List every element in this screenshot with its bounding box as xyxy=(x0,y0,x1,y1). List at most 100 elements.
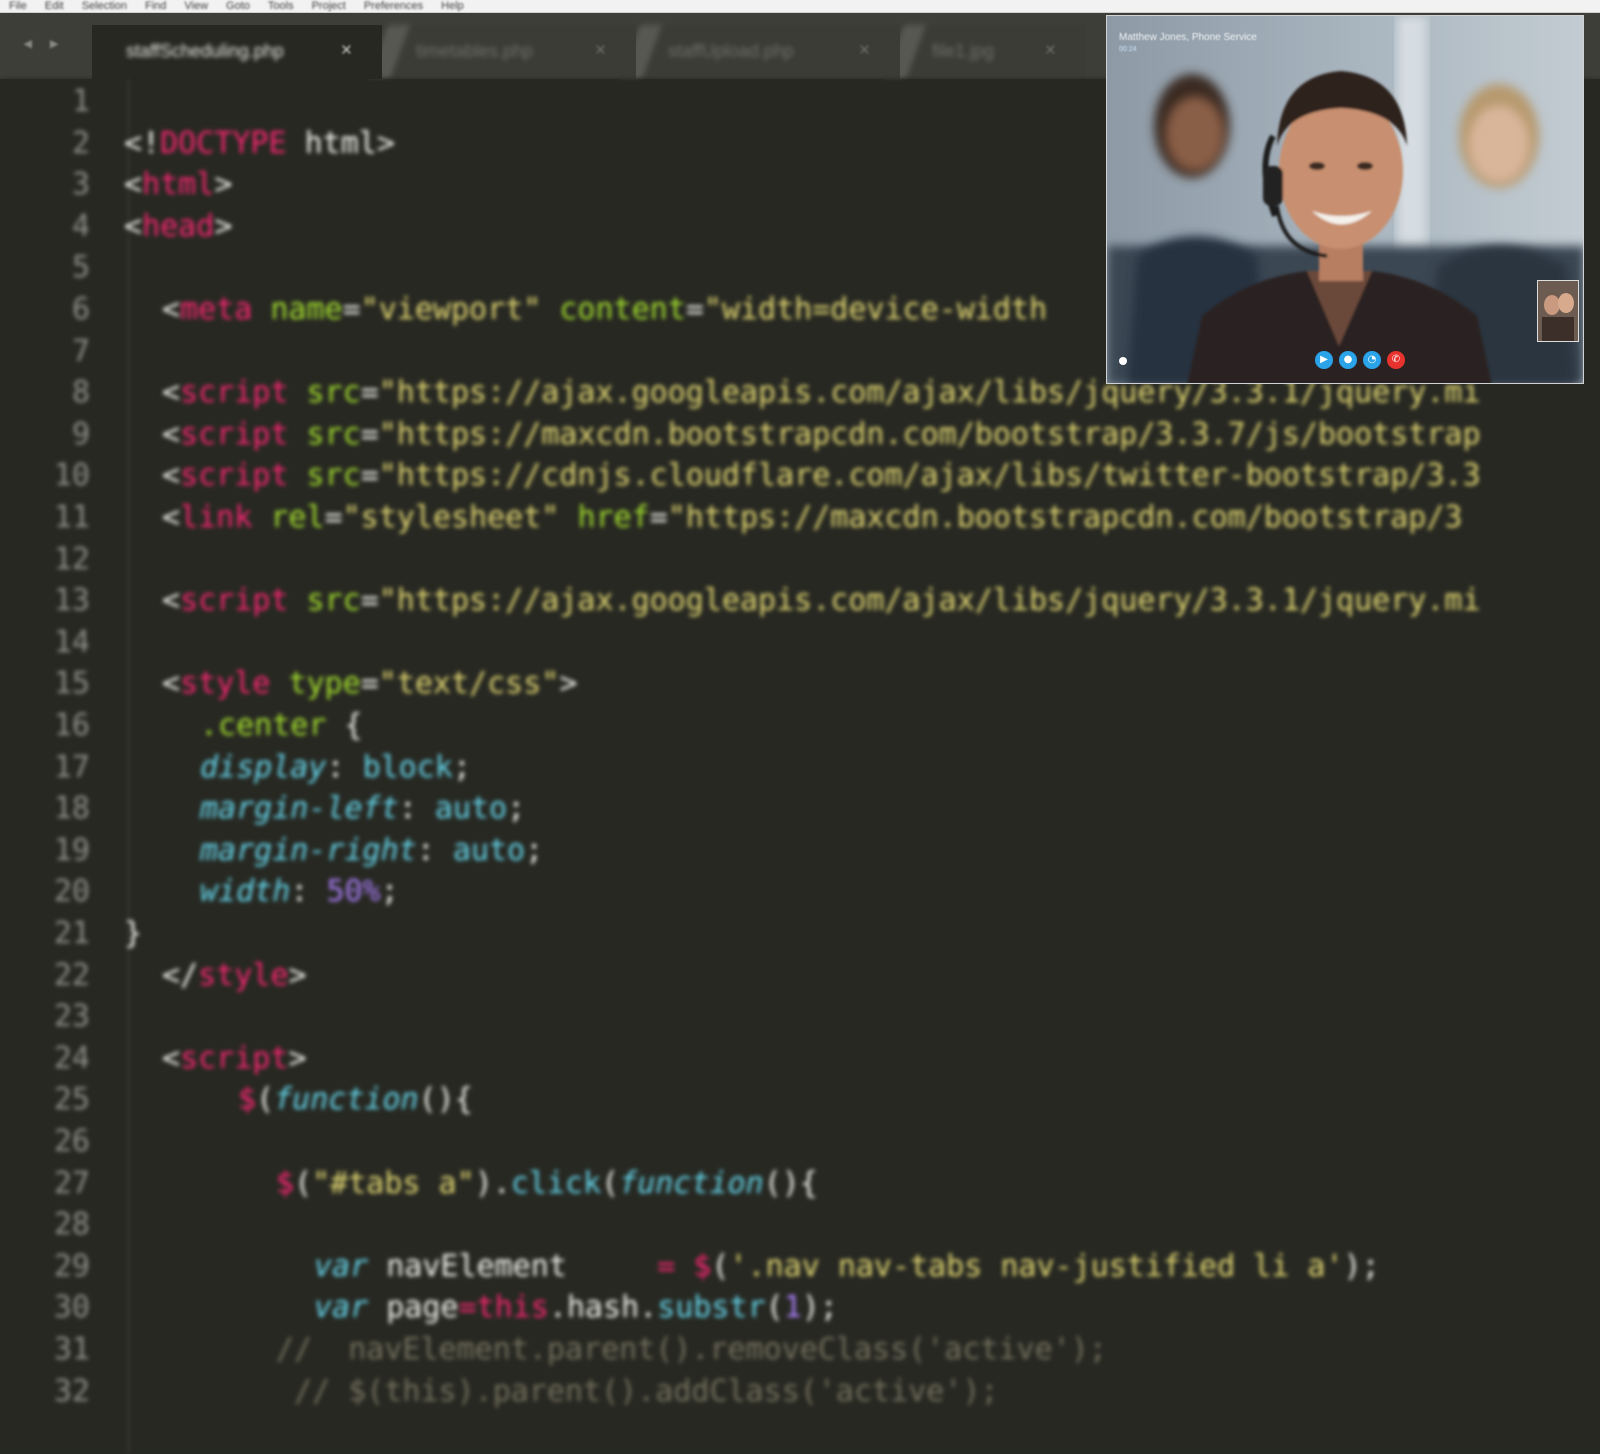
menu-item-project[interactable]: Project xyxy=(303,1,355,12)
code-token: = xyxy=(360,458,379,494)
code-line: 28 xyxy=(0,1204,1600,1246)
microphone-icon[interactable]: ● xyxy=(1339,351,1357,369)
self-view-thumbnail[interactable] xyxy=(1537,280,1579,342)
code-token: "https://maxcdn.bootstrapcdn.com/bootstr… xyxy=(378,416,1481,452)
menu-item-help[interactable]: Help xyxy=(432,1,473,12)
tab-label: staffScheduling.php xyxy=(126,41,284,61)
tab-label: timetables.php xyxy=(416,41,534,61)
code-text: </style> xyxy=(162,955,307,997)
code-token: name xyxy=(270,292,343,327)
code-line: 32 // $(this).parent().addClass('active'… xyxy=(0,1371,1600,1413)
menu-item-view[interactable]: View xyxy=(175,1,217,12)
code-text: var page=this.hash.substr(1); xyxy=(314,1287,838,1329)
menu-item-goto[interactable]: Goto xyxy=(217,1,259,12)
tab-nav-arrows[interactable]: ◂ ▸ xyxy=(0,13,82,79)
code-line: 21} xyxy=(0,913,1600,955)
close-icon[interactable]: × xyxy=(341,25,352,77)
code-text: <meta name="viewport" content="width=dev… xyxy=(162,289,1047,331)
line-number: 12 xyxy=(53,541,90,577)
code-token: meta xyxy=(180,292,253,327)
code-token: < xyxy=(162,292,181,327)
code-token: ; xyxy=(525,832,544,868)
tab-staff-scheduling[interactable]: staffScheduling.php × xyxy=(92,25,382,79)
close-icon[interactable]: × xyxy=(859,25,870,77)
code-token: width xyxy=(200,874,291,910)
menu-item-tools[interactable]: Tools xyxy=(259,1,303,12)
line-number: 20 xyxy=(53,874,90,910)
code-token: // navElement.parent().removeClass('acti… xyxy=(276,1332,1107,1367)
chat-icon[interactable]: ◔ xyxy=(1363,351,1381,369)
line-number: 16 xyxy=(53,708,90,743)
tab-timetables[interactable]: timetables.php × xyxy=(382,25,636,79)
code-text: <html> xyxy=(124,164,232,206)
tab-staff-upload[interactable]: staffUpload.php × xyxy=(634,25,900,79)
call-status: 00:24 xyxy=(1119,46,1137,53)
code-text: $(function(){ xyxy=(238,1079,473,1121)
menu-bar: File Edit Selection Find View Goto Tools Projec… xyxy=(0,0,1600,13)
code-token: < xyxy=(162,416,181,452)
code-token: html xyxy=(142,167,215,203)
code-token: < xyxy=(162,500,181,535)
code-text: width: 50%; xyxy=(200,871,399,913)
code-token: 50% xyxy=(326,874,381,910)
code-token: = xyxy=(657,1248,694,1284)
video-call-window[interactable]: Matthew Jones, Phone Service 00:24 ▶ ● ◔ ✆ xyxy=(1106,15,1584,384)
menu-item-selection[interactable]: Selection xyxy=(73,1,136,12)
line-number: 28 xyxy=(53,1207,90,1243)
code-text: margin-left: auto; xyxy=(200,788,525,830)
code-text: display: block; xyxy=(200,747,471,789)
hang-up-icon[interactable]: ✆ xyxy=(1387,351,1405,369)
code-token: ( xyxy=(601,1165,620,1201)
code-text: .center { xyxy=(200,705,363,747)
code-line: 14 xyxy=(0,622,1600,664)
line-number: 24 xyxy=(53,1040,90,1076)
code-token: } xyxy=(124,916,143,951)
caller-name: Matthew Jones, Phone Service xyxy=(1119,32,1257,43)
video-camera-icon[interactable]: ▶ xyxy=(1315,351,1333,369)
tab-file1[interactable]: file1.jpg × xyxy=(898,25,1086,79)
code-token: < xyxy=(124,167,143,203)
code-token: ; xyxy=(380,874,399,910)
line-number: 14 xyxy=(53,624,90,660)
menu-item-edit[interactable]: Edit xyxy=(36,1,73,12)
code-token: this xyxy=(476,1290,549,1326)
code-text: <head> xyxy=(124,206,232,248)
code-line: 12 xyxy=(0,539,1600,581)
close-icon[interactable]: × xyxy=(1045,25,1056,77)
code-line: 10 <script src="https://cdnjs.cloudflare.… xyxy=(0,455,1600,497)
tab-label: file1.jpg xyxy=(932,41,995,61)
code-token: = xyxy=(360,416,379,452)
code-token: > xyxy=(559,666,578,702)
code-token: = xyxy=(685,292,704,327)
code-token: = xyxy=(458,1290,477,1326)
menu-item-preferences[interactable]: Preferences xyxy=(355,1,432,12)
code-token: script xyxy=(180,375,289,411)
code-token: ); xyxy=(801,1290,838,1326)
menu-dot-icon[interactable] xyxy=(1119,357,1127,365)
code-token: ( xyxy=(294,1165,313,1201)
code-token: </ xyxy=(162,957,199,993)
code-token: "viewport" xyxy=(360,292,542,327)
tab-label: staffUpload.php xyxy=(668,41,794,61)
line-number: 31 xyxy=(53,1332,90,1367)
code-token: (){ xyxy=(418,1082,473,1118)
code-token: = xyxy=(360,583,379,619)
code-token: function xyxy=(619,1165,764,1201)
code-line: 30 var page=this.hash.substr(1); xyxy=(0,1287,1600,1329)
code-token: margin-left xyxy=(200,791,399,827)
menu-item-find[interactable]: Find xyxy=(136,1,175,12)
code-token: margin-right xyxy=(200,832,417,868)
code-text: // $(this).parent().addClass('active'); xyxy=(276,1371,998,1413)
menu-item-file[interactable]: File xyxy=(0,1,36,12)
code-token: ). xyxy=(474,1165,511,1201)
code-token: : xyxy=(326,749,363,785)
line-number: 1 xyxy=(71,84,90,119)
line-number: 17 xyxy=(53,749,90,785)
code-text: margin-right: auto; xyxy=(200,830,543,872)
code-text: // navElement.parent().removeClass('acti… xyxy=(276,1329,1107,1371)
code-line: 13 <script src="https://ajax.googleapis.c… xyxy=(0,580,1600,622)
code-text: $("#tabs a").click(function(){ xyxy=(276,1163,818,1205)
close-icon[interactable]: × xyxy=(595,25,606,77)
